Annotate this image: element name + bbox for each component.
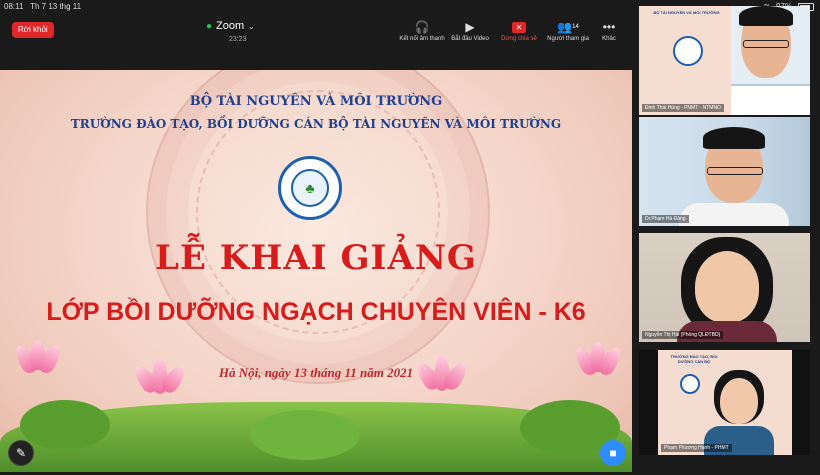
start-video-label: Bắt đầu Video bbox=[451, 36, 489, 42]
start-video-button[interactable]: ▶ Bắt đầu Video bbox=[446, 18, 494, 42]
school-logo: ♣ bbox=[278, 156, 342, 220]
participant-name: Dr.Phạm Hà Đăng bbox=[642, 215, 689, 223]
participant-video: TRƯỜNG ĐÀO TẠO, BỒI DƯỠNG CÁN BỘ bbox=[658, 350, 792, 455]
video-camera-icon: ■ bbox=[609, 446, 617, 460]
participants-icon: 👥 bbox=[557, 20, 573, 34]
tree-icon: ♣ bbox=[291, 169, 329, 207]
mini-logo bbox=[680, 374, 700, 394]
lotus-leaf bbox=[250, 410, 360, 460]
slide-school: TRƯỜNG ĐÀO TẠO, BỒI DƯỠNG CÁN BỘ TÀI NGU… bbox=[70, 117, 562, 131]
mini-banner-text: BỘ TÀI NGUYÊN VÀ MÔI TRƯỜNG bbox=[653, 10, 720, 15]
participant-video bbox=[667, 233, 787, 342]
slide-subline: LỚP BỒI DƯỠNG NGẠCH CHUYÊN VIÊN - K6 bbox=[46, 298, 586, 326]
video-off-icon: ▶ bbox=[465, 20, 475, 34]
participant-name: Phạm Phương Hạnh - PHMT bbox=[661, 444, 732, 452]
app-title: Zoom bbox=[216, 20, 245, 32]
participants-button[interactable]: 👥 14 Người tham gia bbox=[543, 18, 593, 42]
slide-dateline: Hà Nội, ngày 13 tháng 11 năm 2021 bbox=[218, 365, 414, 380]
pencil-icon: ✎ bbox=[15, 446, 27, 460]
shared-screen: BỘ TÀI NGUYÊN VÀ MÔI TRƯỜNG TRƯỜNG ĐÀO T… bbox=[0, 70, 632, 472]
participant-video bbox=[731, 6, 810, 115]
participant-tile[interactable]: TRƯỜNG ĐÀO TẠO, BỒI DƯỠNG CÁN BỘ Phạm Ph… bbox=[639, 350, 810, 455]
stop-share-icon: ✕ bbox=[512, 21, 526, 33]
participant-tile[interactable]: Nguyễn Thị Hải (Phòng QLĐTBD) bbox=[639, 233, 810, 342]
mini-banner-text: TRƯỜNG ĐÀO TẠO, BỒI DƯỠNG CÁN BỘ bbox=[670, 354, 718, 364]
meeting-title[interactable]: ● Zoom ⌄ bbox=[206, 20, 255, 32]
participant-name: Nguyễn Thị Hải (Phòng QLĐTBD) bbox=[642, 331, 724, 339]
slide-headline: LỄ KHAI GIẢNG bbox=[155, 238, 477, 278]
chevron-down-icon: ⌄ bbox=[248, 21, 255, 31]
stop-share-label: Dừng chia sẻ bbox=[501, 36, 537, 42]
mini-logo bbox=[673, 36, 703, 66]
annotate-button[interactable]: ✎ bbox=[8, 440, 34, 466]
slide-ministry: BỘ TÀI NGUYÊN VÀ MÔI TRƯỜNG bbox=[189, 94, 443, 109]
leave-button[interactable]: Rời khỏi bbox=[12, 22, 54, 38]
participant-video bbox=[669, 117, 799, 226]
more-button[interactable]: ••• Khác bbox=[596, 18, 622, 42]
more-label: Khác bbox=[602, 36, 616, 42]
lotus-leaf bbox=[20, 400, 110, 450]
meeting-duration: 23:23 bbox=[229, 36, 247, 43]
connect-audio-label: Kết nối âm thanh bbox=[399, 36, 445, 42]
background-banner: BỘ TÀI NGUYÊN VÀ MÔI TRƯỜNG bbox=[639, 6, 734, 115]
participants-label: Người tham gia bbox=[547, 36, 589, 42]
participant-name: Đinh Thái Hùng - PNMT - NTMNO bbox=[642, 104, 724, 112]
camera-button[interactable]: ■ bbox=[600, 440, 626, 466]
shield-icon: ● bbox=[206, 20, 213, 32]
more-icon: ••• bbox=[602, 20, 616, 34]
participant-tile[interactable]: BỘ TÀI NGUYÊN VÀ MÔI TRƯỜNG Đinh Thái Hù… bbox=[639, 6, 810, 115]
stop-share-button[interactable]: ✕ Dừng chia sẻ bbox=[497, 18, 541, 42]
participant-tile[interactable]: Dr.Phạm Hà Đăng bbox=[639, 117, 810, 226]
meeting-toolbar: Rời khỏi ● Zoom ⌄ 23:23 🎧 Kết nối âm tha… bbox=[0, 14, 635, 66]
status-date: Th 7 13 thg 11 bbox=[30, 2, 82, 11]
status-time: 08:11 bbox=[4, 2, 24, 11]
headphones-icon: 🎧 bbox=[414, 20, 430, 34]
connect-audio-button[interactable]: 🎧 Kết nối âm thanh bbox=[396, 18, 448, 42]
participant-count: 14 bbox=[572, 24, 579, 30]
